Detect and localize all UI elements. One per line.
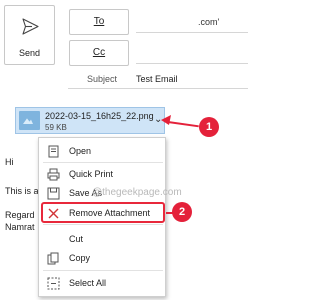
watermark: @thegeekpage.com <box>92 187 182 198</box>
menu-item-copy[interactable]: Copy <box>39 249 165 268</box>
body-name: Namrat <box>5 222 35 232</box>
send-icon <box>22 18 39 35</box>
step-badge-2: 2 <box>172 202 192 222</box>
attachment-size: 59 KB <box>45 123 67 132</box>
image-file-icon <box>19 111 40 130</box>
select-all-icon <box>47 277 60 290</box>
subject-field[interactable]: Test Email <box>136 74 178 84</box>
menu-item-quick-print[interactable]: Quick Print <box>39 165 165 184</box>
step-badge-1: 1 <box>199 117 219 137</box>
send-button[interactable]: Send <box>4 5 55 65</box>
subject-line <box>68 88 248 89</box>
attachment-chip[interactable]: 2022-03-15_16h25_22.png 59 KB ⌄ <box>15 107 165 134</box>
menu-separator <box>43 162 163 163</box>
to-field-line <box>136 32 248 33</box>
body-line: This is a <box>5 186 39 196</box>
attachment-name: 2022-03-15_16h25_22.png <box>45 111 154 121</box>
to-field[interactable]: .com' <box>198 17 219 27</box>
to-label: To <box>93 16 105 27</box>
annotation-arrow <box>167 121 199 128</box>
menu-separator <box>43 224 163 225</box>
print-icon <box>47 168 60 181</box>
save-icon <box>47 187 60 200</box>
highlight-box <box>41 202 165 223</box>
to-button[interactable]: To <box>69 9 129 35</box>
menu-item-cut[interactable]: Cut <box>39 230 165 249</box>
body-regards: Regard <box>5 210 35 220</box>
menu-item-label: Open <box>69 146 92 156</box>
menu-separator <box>43 270 163 271</box>
body-greeting: Hi <box>5 157 14 167</box>
menu-item-open[interactable]: Open <box>39 142 165 161</box>
copy-icon <box>47 252 59 265</box>
menu-item-label: Copy <box>69 253 91 263</box>
menu-item-label: Cut <box>69 234 84 244</box>
cc-field-line <box>136 63 248 64</box>
cc-label: Cc <box>92 47 106 58</box>
menu-item-select-all[interactable]: Select All <box>39 274 165 293</box>
open-icon <box>48 145 59 158</box>
send-label: Send <box>18 48 41 58</box>
menu-item-label: Select All <box>69 278 107 288</box>
menu-item-label: Quick Print <box>69 169 114 179</box>
arrow-head-icon <box>161 115 171 125</box>
cc-button[interactable]: Cc <box>69 40 129 66</box>
subject-label: Subject <box>87 74 118 84</box>
